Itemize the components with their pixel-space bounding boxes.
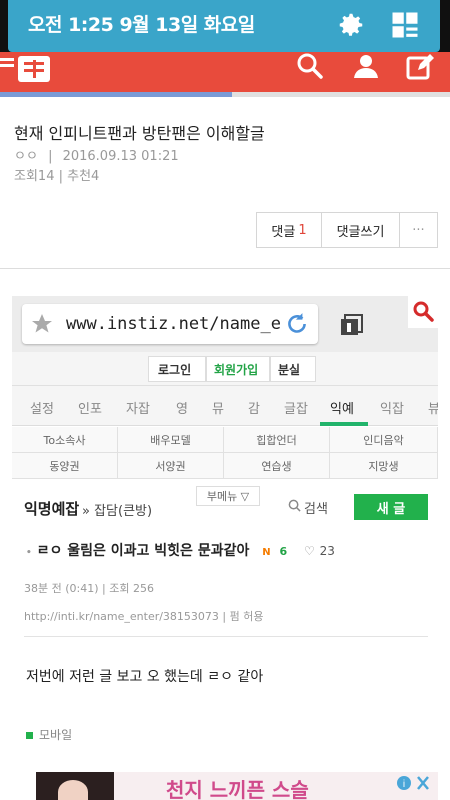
url-box[interactable]: www.instiz.net/name_er bbox=[22, 304, 318, 344]
embedded-post-meta: 38분 전 (0:41) | 조회 256 bbox=[24, 582, 154, 595]
site-nav: 설정 인포 자잡 영 뮤 감 글잡 익예 익잡 뷰 bbox=[12, 386, 438, 426]
nav-item[interactable]: 자잡 bbox=[126, 398, 150, 417]
user-icon[interactable] bbox=[350, 50, 382, 82]
category-link[interactable]: 배우모델 bbox=[118, 427, 224, 453]
category-link[interactable]: 인디음악 bbox=[330, 427, 438, 453]
nav-item[interactable]: 인포 bbox=[78, 398, 102, 417]
category-link[interactable]: 서양권 bbox=[118, 453, 224, 479]
nav-item[interactable]: 글잡 bbox=[284, 398, 308, 417]
star-icon[interactable] bbox=[30, 312, 54, 336]
sub-menu-button[interactable]: 부메뉴 ▽ bbox=[196, 486, 260, 506]
nav-item[interactable]: 감 bbox=[248, 398, 260, 417]
post-title: 현재 인피니트팬과 방탄팬은 이해할글 bbox=[14, 124, 265, 143]
post-author-date: ㅇㅇ | 2016.09.13 01:21 bbox=[14, 149, 179, 164]
search-label[interactable]: 검색 bbox=[304, 498, 328, 517]
gear-icon[interactable] bbox=[336, 10, 366, 40]
like-count: 23 bbox=[319, 544, 335, 558]
like-icon: ♡ bbox=[304, 544, 315, 558]
app-logo[interactable] bbox=[0, 52, 56, 92]
embedded-post-link[interactable]: http://inti.kr/name_enter/38153073 | 펌 허… bbox=[24, 608, 263, 624]
status-time: 오전 1:25 9월 13일 화요일 bbox=[28, 14, 255, 36]
status-bar: 오전 1:25 9월 13일 화요일 bbox=[0, 0, 450, 52]
site-search-icon[interactable] bbox=[408, 296, 438, 328]
more-button[interactable]: ··· bbox=[400, 212, 438, 248]
url-text: www.instiz.net/name_er bbox=[66, 314, 281, 334]
board-subtitle[interactable]: » 잡담(큰방) bbox=[82, 500, 152, 519]
nav-active-indicator bbox=[320, 422, 368, 426]
comment-button[interactable]: 댓글 1 bbox=[256, 212, 322, 248]
nav-item[interactable]: 영 bbox=[176, 398, 188, 417]
header-underline bbox=[0, 92, 450, 97]
write-comment-button[interactable]: 댓글쓰기 bbox=[322, 212, 400, 248]
ad-banner[interactable]: 천지 느끼픈 스슬 i bbox=[36, 772, 438, 800]
nav-item[interactable]: 설정 bbox=[30, 398, 54, 417]
embedded-screenshot: www.instiz.net/name_er 로그인 회원가입 분실 설정 인포… bbox=[12, 296, 438, 800]
nav-item-active[interactable]: 익예 bbox=[330, 398, 354, 417]
ad-close-icon[interactable]: i bbox=[396, 774, 436, 792]
quick-settings-icon[interactable] bbox=[390, 10, 420, 40]
reload-icon[interactable] bbox=[284, 311, 310, 337]
category-link[interactable]: 연습생 bbox=[224, 453, 330, 479]
post-stats: 조회14 | 추천4 bbox=[14, 169, 100, 184]
category-link[interactable]: 동양권 bbox=[12, 453, 118, 479]
new-post-button[interactable]: 새 글 bbox=[354, 494, 428, 520]
app-header bbox=[0, 52, 450, 92]
category-link[interactable]: To소속사 bbox=[12, 427, 118, 453]
write-icon[interactable] bbox=[404, 50, 436, 82]
tabs-icon[interactable] bbox=[340, 314, 364, 336]
author[interactable]: ㅇㅇ bbox=[14, 149, 38, 164]
category-link[interactable]: 지망생 bbox=[330, 453, 438, 479]
post-date: 2016.09.13 01:21 bbox=[62, 149, 179, 164]
lost-label: 분실 bbox=[278, 363, 301, 377]
category-link[interactable]: 힙합언더 bbox=[224, 427, 330, 453]
login-label: 로그인 bbox=[158, 363, 192, 377]
nav-item[interactable]: 뮤 bbox=[212, 398, 224, 417]
ad-image bbox=[36, 772, 114, 800]
svg-text:i: i bbox=[403, 779, 405, 790]
new-badge-icon: N bbox=[262, 547, 271, 558]
nav-item[interactable]: 익잡 bbox=[380, 398, 404, 417]
divider bbox=[24, 636, 428, 637]
browser-url-bar: www.instiz.net/name_er bbox=[12, 296, 438, 352]
embedded-post-title: • ㄹㅇ 울림은 이과고 빅힛은 문과같아 N 6 ♡ 23 bbox=[26, 543, 335, 559]
search-icon[interactable] bbox=[288, 499, 301, 512]
divider bbox=[0, 268, 450, 269]
ad-text: 천지 느끼픈 스슬 bbox=[166, 778, 309, 800]
comment-count: 6 bbox=[279, 545, 288, 558]
mobile-tag: 모바일 bbox=[26, 726, 72, 743]
embedded-post-body: 저번에 저런 글 보고 오 했는데 ㄹㅇ 같아 bbox=[26, 669, 264, 685]
search-icon[interactable] bbox=[294, 50, 326, 82]
signup-label: 회원가입 bbox=[214, 363, 259, 377]
login-row: 로그인 회원가입 분실 bbox=[12, 352, 438, 386]
board-title[interactable]: 익명예잡 bbox=[24, 498, 79, 519]
nav-item[interactable]: 뷰 bbox=[428, 398, 438, 417]
